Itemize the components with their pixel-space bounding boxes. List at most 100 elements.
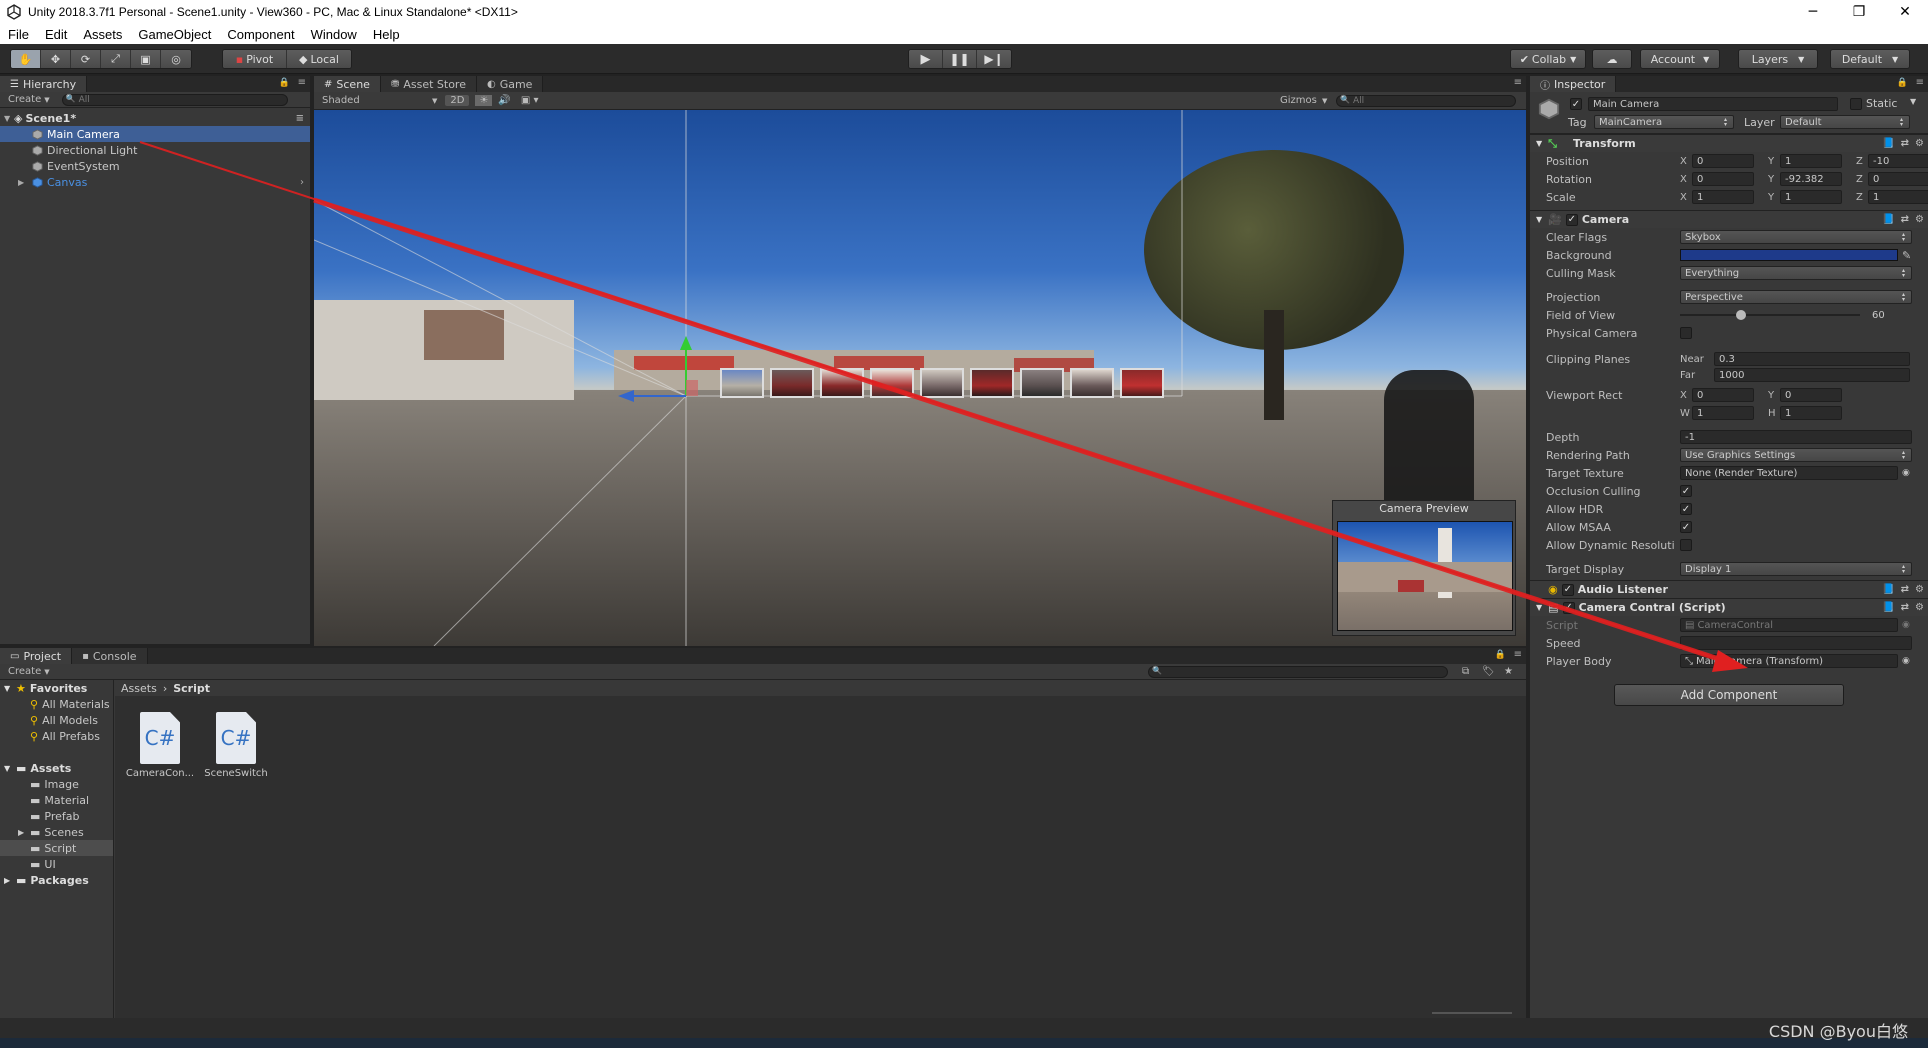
audio-listener-checkbox[interactable]: ✓ (1561, 583, 1574, 596)
filter-label-icon[interactable]: 🏷 (1482, 666, 1495, 677)
project-search-input[interactable] (1148, 665, 1448, 678)
preset-icon[interactable]: ⇄ (1901, 138, 1909, 149)
maximize-button[interactable]: ❐ (1836, 0, 1882, 24)
tab-asset-store[interactable]: ⛃ Asset Store (380, 76, 477, 92)
move-tool-icon[interactable]: ✥ (41, 50, 71, 68)
occlusion-checkbox[interactable]: ✓ (1680, 485, 1692, 497)
gear-icon[interactable]: ⚙ (1915, 602, 1924, 613)
book-icon[interactable]: 📘 (1882, 584, 1894, 595)
panel-menu-icon[interactable]: ≡ (298, 77, 306, 88)
physical-camera-checkbox[interactable] (1680, 327, 1692, 339)
cloud-button[interactable]: ☁ (1592, 49, 1632, 69)
hierarchy-item-canvas[interactable]: ▶ Canvas › (0, 174, 310, 190)
tab-inspector[interactable]: ⓘ Inspector (1530, 76, 1617, 92)
gear-icon[interactable]: ⚙ (1915, 584, 1924, 595)
gear-icon[interactable]: ⚙ (1915, 138, 1924, 149)
rotation-z-field[interactable]: 0 (1868, 172, 1928, 186)
target-texture-field[interactable]: None (Render Texture) (1680, 466, 1898, 480)
lock-icon[interactable]: 🔒 (279, 78, 290, 88)
hierarchy-item-directional-light[interactable]: Directional Light (0, 142, 310, 158)
static-checkbox[interactable] (1850, 98, 1862, 110)
folder-item-script[interactable]: ▬ Script (0, 840, 113, 856)
projection-dropdown[interactable]: Perspective (1680, 290, 1912, 304)
script-enabled-checkbox[interactable]: ✓ (1562, 601, 1575, 614)
audio-listener-header[interactable]: ▶ ◉ ✓ Audio Listener 📘 ⇄ ⚙ (1530, 580, 1928, 598)
shading-dropdown[interactable]: Shaded (322, 95, 432, 106)
breadcrumb-assets[interactable]: Assets (121, 682, 157, 695)
minimize-button[interactable]: ─ (1790, 0, 1836, 24)
create-dropdown[interactable]: Create (8, 94, 41, 105)
background-color-swatch[interactable] (1680, 249, 1898, 261)
chevron-right-icon[interactable]: › (300, 177, 304, 188)
thumbnail-image[interactable] (820, 368, 864, 398)
folder-item[interactable]: ▬ Material (0, 792, 113, 808)
player-body-field[interactable]: ⤡ Main Camera (Transform) (1680, 654, 1898, 668)
book-icon[interactable]: 📘 (1882, 138, 1894, 149)
thumbnail-image[interactable] (920, 368, 964, 398)
expand-arrow-icon[interactable]: ▼ (4, 114, 14, 123)
expand-arrow-icon[interactable]: ▶ (4, 876, 16, 885)
panel-menu-icon[interactable]: ≡ (1916, 77, 1924, 88)
near-field[interactable]: 0.3 (1714, 352, 1910, 366)
favorite-star-icon[interactable]: ★ (1504, 666, 1513, 677)
msaa-checkbox[interactable]: ✓ (1680, 521, 1692, 533)
menu-assets[interactable]: Assets (75, 27, 130, 42)
panel-menu-icon[interactable]: ≡ (1514, 649, 1522, 660)
tab-console[interactable]: ▪ Console (72, 648, 148, 664)
active-checkbox[interactable]: ✓ (1570, 98, 1582, 110)
account-button[interactable]: Account ▼ (1641, 50, 1719, 68)
culling-mask-dropdown[interactable]: Everything (1680, 266, 1912, 280)
folder-item[interactable]: ▬ Image (0, 776, 113, 792)
tab-hierarchy[interactable]: ☰ Hierarchy (0, 76, 88, 92)
position-x-field[interactable]: 0 (1692, 154, 1754, 168)
tab-game[interactable]: ◐ Game (476, 76, 544, 92)
preset-icon[interactable]: ⇄ (1901, 602, 1909, 613)
transform-header[interactable]: ▼ ⤡ Transform 📘 ⇄ ⚙ (1530, 134, 1928, 152)
filter-type-icon[interactable]: ⧉ (1462, 666, 1469, 677)
thumbnail-image[interactable] (770, 368, 814, 398)
cloud-icon[interactable]: ☁ (1593, 50, 1631, 68)
viewport-w-field[interactable]: 1 (1692, 406, 1754, 420)
camera-header[interactable]: ▼ 🎥 ✓ Camera 📘 ⇄ ⚙ (1530, 210, 1928, 228)
thumbnail-image[interactable] (720, 368, 764, 398)
tag-dropdown[interactable]: MainCamera (1594, 115, 1734, 129)
target-display-dropdown[interactable]: Display 1 (1680, 562, 1912, 576)
lock-icon[interactable]: 🔒 (1495, 650, 1506, 660)
favorites-row[interactable]: ▼ ★ Favorites (0, 680, 113, 696)
depth-field[interactable]: -1 (1680, 430, 1912, 444)
scale-z-field[interactable]: 1 (1868, 190, 1928, 204)
assets-row[interactable]: ▼ ▬ Assets (0, 760, 113, 776)
object-name-field[interactable]: Main Camera (1588, 97, 1838, 111)
hierarchy-item-eventsystem[interactable]: EventSystem (0, 158, 310, 174)
menu-window[interactable]: Window (303, 27, 365, 42)
gear-icon[interactable]: ⚙ (1915, 214, 1924, 225)
folder-item[interactable]: ▶ ▬ Scenes (0, 824, 113, 840)
thumbnail-image[interactable] (1020, 368, 1064, 398)
book-icon[interactable]: 📘 (1882, 602, 1894, 613)
menu-gameobject[interactable]: GameObject (130, 27, 219, 42)
lighting-toggle-icon[interactable]: ☀ (475, 95, 493, 106)
layers-button[interactable]: Layers ▼ (1739, 50, 1817, 68)
far-field[interactable]: 1000 (1714, 368, 1910, 382)
play-button-icon[interactable]: ▶ (909, 50, 943, 68)
viewport-y-field[interactable]: 0 (1780, 388, 1842, 402)
layers-dropdown[interactable]: Layers ▼ (1738, 49, 1818, 69)
hierarchy-item-main-camera[interactable]: Main Camera (0, 126, 310, 142)
eyedropper-icon[interactable]: ✎ (1902, 249, 1911, 262)
scene-search-input[interactable]: All (1336, 94, 1516, 107)
expand-arrow-icon[interactable]: ▼ (4, 764, 16, 773)
collab-button[interactable]: ✔ Collab ▼ (1511, 50, 1585, 68)
rotate-tool-icon[interactable]: ⟳ (71, 50, 101, 68)
chevron-down-icon[interactable]: ▼ (1910, 97, 1916, 106)
dynamic-resolution-checkbox[interactable] (1680, 539, 1692, 551)
position-z-field[interactable]: -10 (1868, 154, 1928, 168)
folder-item[interactable]: ▬ Prefab (0, 808, 113, 824)
create-dropdown[interactable]: Create (8, 666, 41, 677)
pause-button-icon[interactable]: ❚❚ (943, 50, 977, 68)
audio-toggle-icon[interactable]: 🔊 (498, 95, 510, 106)
menu-edit[interactable]: Edit (37, 27, 75, 42)
fov-slider-track[interactable] (1680, 310, 1860, 320)
lock-icon[interactable]: 🔒 (1897, 78, 1908, 88)
thumbnail-image[interactable] (970, 368, 1014, 398)
expand-arrow-icon[interactable]: ▶ (1536, 585, 1542, 594)
